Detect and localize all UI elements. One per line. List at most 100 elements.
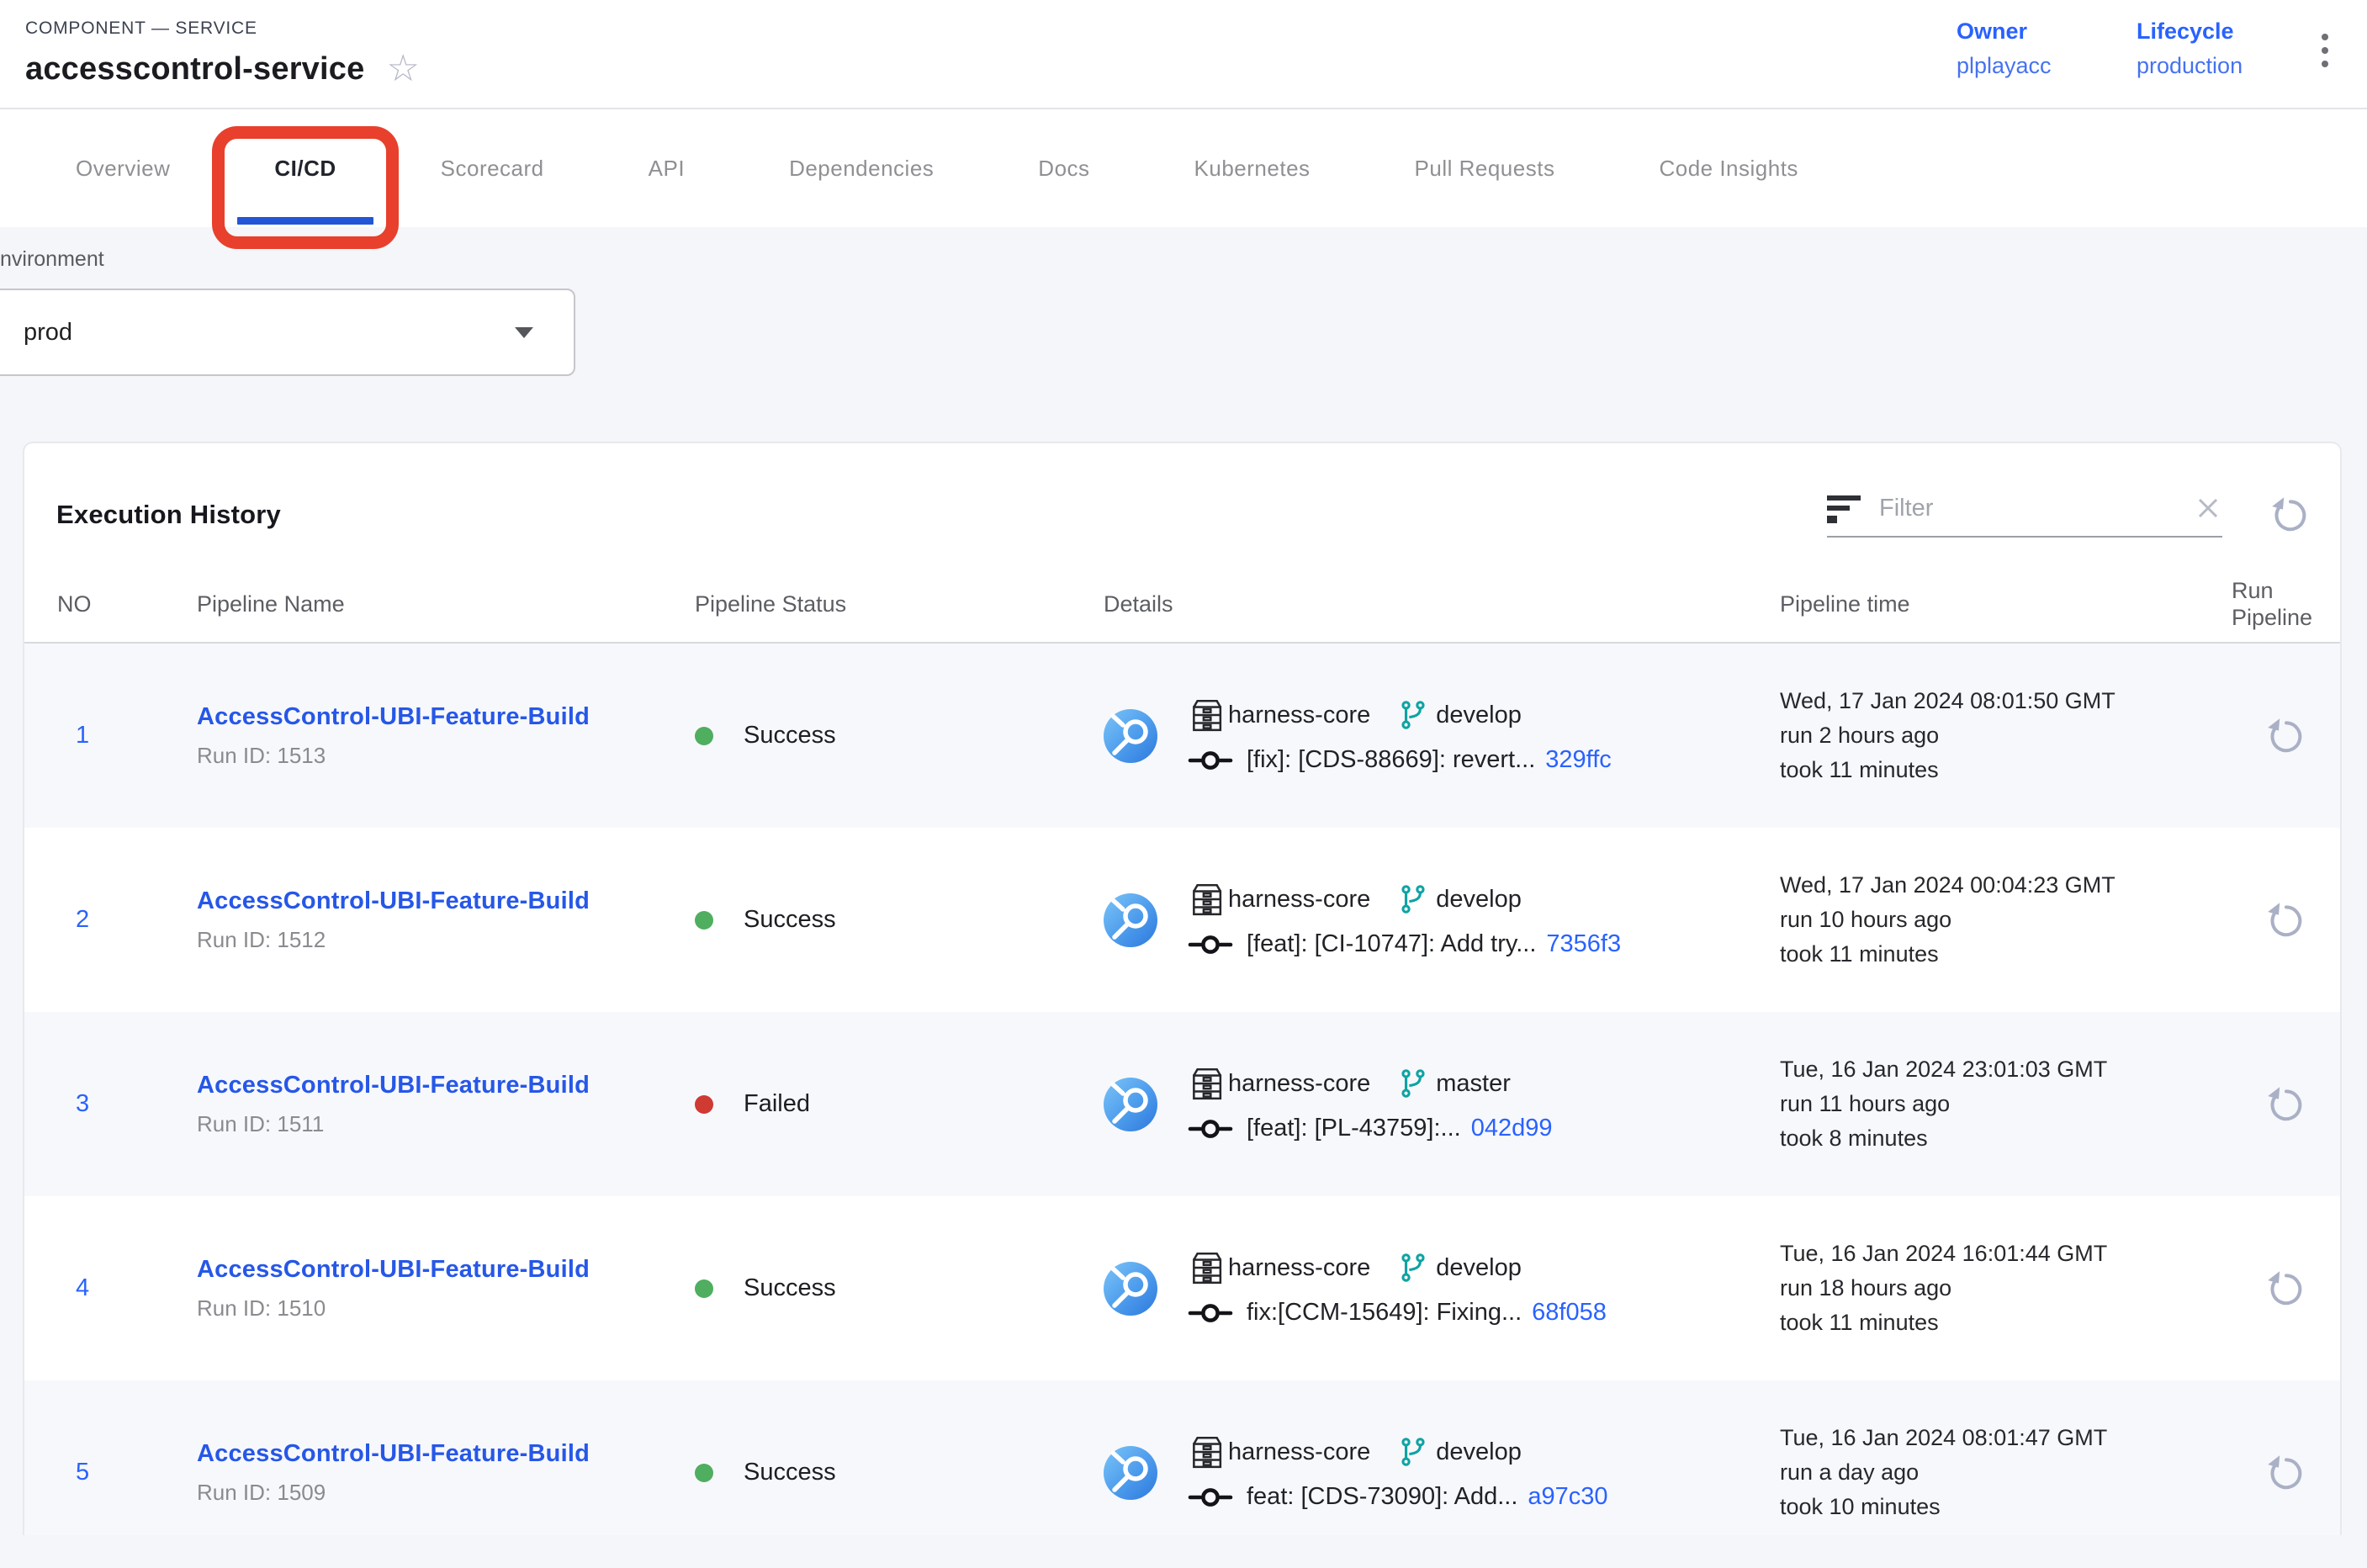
run-id: Run ID: 1512	[197, 927, 695, 953]
pipeline-time-date: Wed, 17 Jan 2024 08:01:50 GMT	[1780, 684, 2232, 718]
filter-box	[1827, 492, 2222, 538]
page-title: accesscontrol-service	[25, 51, 364, 87]
row-number: 1	[57, 722, 197, 750]
git-commit-icon	[1188, 1485, 1233, 1510]
page-header: COMPONENT — SERVICE accesscontrol-servic…	[0, 0, 2367, 109]
harness-pipeline-icon[interactable]	[1104, 893, 1157, 947]
commit-hash-link[interactable]: 7356f3	[1546, 930, 1621, 958]
repository-icon	[1188, 697, 1223, 733]
clear-filter-icon[interactable]	[2194, 494, 2222, 522]
owner-link[interactable]: plplayacc	[1957, 53, 2083, 79]
filter-icon	[1827, 492, 1861, 524]
table-row: 5 AccessControl-UBI-Feature-Build Run ID…	[24, 1380, 2340, 1535]
status-dot	[695, 727, 713, 745]
status-dot	[695, 911, 713, 930]
tab-docs[interactable]: Docs	[986, 109, 1141, 227]
table-header-row: NO Pipeline Name Pipeline Status Details…	[24, 566, 2340, 644]
tab-code-insights[interactable]: Code Insights	[1607, 109, 1850, 227]
repository-icon	[1188, 1434, 1223, 1470]
row-number: 5	[57, 1459, 197, 1486]
col-header-run-pipeline: Run Pipeline	[2232, 577, 2333, 631]
tab-overview[interactable]: Overview	[24, 109, 222, 227]
harness-pipeline-icon[interactable]	[1104, 709, 1157, 763]
harness-pipeline-icon[interactable]	[1104, 1078, 1157, 1131]
status-label: Success	[744, 1459, 836, 1486]
status-label: Failed	[744, 1090, 810, 1118]
tab-api[interactable]: API	[596, 109, 737, 227]
kebab-menu-icon[interactable]	[2317, 25, 2333, 76]
pipeline-time-duration: took 11 minutes	[1780, 1306, 2232, 1340]
tab-cicd[interactable]: CI/CD	[222, 109, 388, 227]
table-row: 1 AccessControl-UBI-Feature-Build Run ID…	[24, 644, 2340, 828]
tab-kubernetes[interactable]: Kubernetes	[1142, 109, 1363, 227]
run-pipeline-icon[interactable]	[2265, 1269, 2340, 1309]
commit-hash-link[interactable]: a97c30	[1528, 1483, 1607, 1511]
row-number: 4	[57, 1274, 197, 1302]
row-number: 3	[57, 1090, 197, 1118]
repository-name: harness-core	[1228, 702, 1370, 729]
repository-name: harness-core	[1228, 886, 1370, 914]
pipeline-time-date: Tue, 16 Jan 2024 23:01:03 GMT	[1780, 1052, 2232, 1087]
harness-pipeline-icon[interactable]	[1104, 1262, 1157, 1316]
git-commit-icon	[1188, 1300, 1233, 1326]
tab-dependencies[interactable]: Dependencies	[737, 109, 986, 227]
pipeline-name-link[interactable]: AccessControl-UBI-Feature-Build	[197, 1256, 695, 1284]
run-id: Run ID: 1510	[197, 1295, 695, 1322]
branch-name: develop	[1436, 1254, 1522, 1282]
pipeline-time-duration: took 11 minutes	[1780, 753, 2232, 787]
col-header-pipeline-name: Pipeline Name	[197, 591, 695, 617]
entity-kind-overline: COMPONENT — SERVICE	[25, 19, 420, 39]
execution-history-table: NO Pipeline Name Pipeline Status Details…	[24, 566, 2340, 1535]
pipeline-time-relative: run 2 hours ago	[1780, 718, 2232, 753]
commit-message: [feat]: [CI-10747]: Add try...	[1247, 930, 1536, 958]
commit-hash-link[interactable]: 68f058	[1532, 1299, 1607, 1327]
run-id: Run ID: 1509	[197, 1480, 695, 1506]
favorite-star-icon[interactable]: ☆	[386, 50, 419, 87]
pipeline-name-link[interactable]: AccessControl-UBI-Feature-Build	[197, 703, 695, 731]
table-row: 3 AccessControl-UBI-Feature-Build Run ID…	[24, 1012, 2340, 1196]
git-branch-icon	[1397, 883, 1429, 915]
pipeline-time-duration: took 8 minutes	[1780, 1121, 2232, 1156]
chevron-down-icon	[515, 327, 533, 338]
run-pipeline-icon[interactable]	[2265, 1453, 2340, 1493]
commit-hash-link[interactable]: 329ffc	[1545, 746, 1611, 774]
git-branch-icon	[1397, 1067, 1429, 1099]
repository-name: harness-core	[1228, 1254, 1370, 1282]
git-branch-icon	[1397, 699, 1429, 731]
run-pipeline-icon[interactable]	[2265, 900, 2340, 940]
repository-icon	[1188, 1250, 1223, 1285]
execution-history-card: Execution History NO Pipeline Name Pipel…	[23, 442, 2342, 1535]
status-label: Success	[744, 906, 836, 934]
status-dot	[695, 1279, 713, 1298]
table-row: 4 AccessControl-UBI-Feature-Build Run ID…	[24, 1196, 2340, 1380]
environment-select[interactable]: prod	[0, 289, 575, 376]
branch-name: develop	[1436, 1438, 1522, 1466]
filter-input[interactable]	[1879, 495, 2194, 522]
git-commit-icon	[1188, 748, 1233, 773]
pipeline-name-link[interactable]: AccessControl-UBI-Feature-Build	[197, 1440, 695, 1468]
lifecycle-label: Lifecycle	[2137, 19, 2263, 45]
pipeline-name-link[interactable]: AccessControl-UBI-Feature-Build	[197, 1072, 695, 1099]
pipeline-time-duration: took 11 minutes	[1780, 937, 2232, 972]
tab-scorecard[interactable]: Scorecard	[389, 109, 596, 227]
run-pipeline-icon[interactable]	[2265, 1084, 2340, 1125]
pipeline-name-link[interactable]: AccessControl-UBI-Feature-Build	[197, 887, 695, 915]
commit-message: feat: [CDS-73090]: Add...	[1247, 1483, 1517, 1511]
status-label: Success	[744, 722, 836, 750]
environment-selected-value: prod	[24, 319, 72, 347]
commit-message: fix:[CCM-15649]: Fixing...	[1247, 1299, 1522, 1327]
col-header-pipeline-status: Pipeline Status	[695, 591, 1104, 617]
git-branch-icon	[1397, 1436, 1429, 1468]
commit-hash-link[interactable]: 042d99	[1471, 1115, 1553, 1142]
tab-pull-requests[interactable]: Pull Requests	[1363, 109, 1607, 227]
commit-message: [feat]: [PL-43759]:...	[1247, 1115, 1461, 1142]
row-number: 2	[57, 906, 197, 934]
table-row: 2 AccessControl-UBI-Feature-Build Run ID…	[24, 828, 2340, 1012]
harness-pipeline-icon[interactable]	[1104, 1446, 1157, 1500]
pipeline-time-duration: took 10 minutes	[1780, 1490, 2232, 1524]
commit-message: [fix]: [CDS-88669]: revert...	[1247, 746, 1535, 774]
refresh-icon[interactable]	[2269, 495, 2310, 535]
run-pipeline-icon[interactable]	[2265, 716, 2340, 756]
execution-history-title: Execution History	[56, 500, 281, 530]
repository-name: harness-core	[1228, 1438, 1370, 1466]
